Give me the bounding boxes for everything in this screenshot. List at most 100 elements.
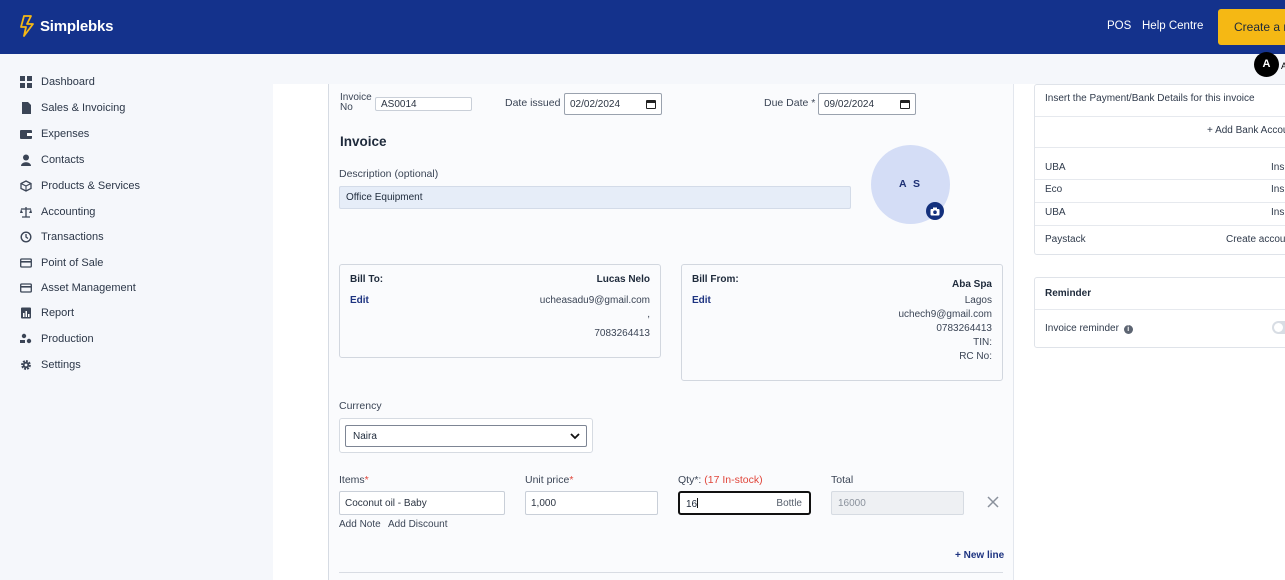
description-label: Description (optional) — [339, 168, 439, 180]
calendar-icon[interactable] — [646, 99, 656, 109]
sidebar-item-expenses[interactable]: Expenses — [20, 128, 89, 140]
sidebar-item-settings[interactable]: Settings — [20, 359, 81, 371]
bill-from-rc-no: RC No: — [959, 351, 992, 362]
sidebar-item-label: Products & Services — [41, 180, 141, 192]
due-date-label: Due Date * — [764, 97, 816, 109]
quantity-input[interactable]: 16 Bottle — [678, 491, 811, 515]
invoice-reminder-toggle[interactable] — [1272, 321, 1285, 334]
currency-label: Currency — [339, 400, 382, 412]
sidebar-item-label: Point of Sale — [41, 257, 104, 269]
sidebar-item-production[interactable]: Production — [20, 333, 94, 345]
sidebar-item-accounting[interactable]: Accounting — [20, 206, 95, 218]
brand-name: Simplebks — [40, 17, 114, 35]
sidebar-item-sales-invoicing[interactable]: Sales & Invoicing — [20, 102, 125, 114]
currency-select[interactable]: Naira — [345, 425, 587, 447]
sidebar-item-label: Contacts — [41, 154, 85, 166]
sidebar-item-label: Report — [41, 307, 75, 319]
items-label: Items* — [339, 474, 369, 486]
wallet-icon — [20, 130, 32, 139]
person-icon — [21, 154, 31, 166]
add-bank-account-link[interactable]: + Add Bank Accou — [1207, 125, 1285, 136]
sidebar-item-label: Settings — [41, 359, 81, 371]
dashboard-icon — [20, 76, 32, 88]
currency-container: Naira — [339, 418, 593, 453]
qty-label: Qty*: (17 In-stock) — [678, 474, 763, 486]
date-issued-input[interactable]: 02/02/2024 — [564, 93, 662, 115]
user-avatar[interactable]: A — [1254, 52, 1279, 77]
bill-to-separator: , — [647, 309, 650, 320]
sidebar-item-products-services[interactable]: Products & Services — [20, 180, 140, 192]
bill-to-edit-link[interactable]: Edit — [350, 295, 369, 306]
payment-instruction-text: Insert the Payment/Bank Details for this… — [1045, 93, 1255, 104]
gear-icon — [21, 360, 31, 370]
divider — [1035, 202, 1285, 203]
divider — [1035, 116, 1285, 117]
bill-to-email: ucheasadu9@gmail.com — [539, 295, 650, 306]
sidebar-item-label: Expenses — [41, 128, 90, 140]
unit-price-input[interactable]: 1,000 — [525, 491, 658, 515]
card-icon — [20, 283, 32, 293]
divider — [1035, 147, 1285, 148]
add-note-link[interactable]: Add Note — [339, 519, 381, 530]
divider — [1035, 309, 1285, 310]
add-discount-link[interactable]: Add Discount — [388, 519, 447, 530]
info-icon[interactable]: i — [1123, 325, 1133, 334]
payment-details-card — [1034, 84, 1285, 255]
sidebar-item-transactions[interactable]: Transactions — [20, 231, 104, 243]
sidebar-item-point-of-sale[interactable]: Point of Sale — [20, 257, 103, 269]
bank-insert-link[interactable]: Ins — [1271, 184, 1284, 195]
due-date-input[interactable]: 09/02/2024 — [818, 93, 916, 115]
help-centre-link[interactable]: Help Centre — [1142, 20, 1203, 32]
bank-name: UBA — [1045, 162, 1066, 173]
bill-to-label: Bill To: — [350, 274, 384, 285]
pos-link[interactable]: POS — [1107, 20, 1131, 32]
sidebar-item-label: Accounting — [41, 206, 96, 218]
quantity-value: 16 — [686, 499, 698, 510]
card-icon — [20, 258, 32, 268]
invoice-title: Invoice — [340, 134, 387, 149]
total-field: 16000 — [831, 491, 964, 515]
paystack-label: Paystack — [1045, 234, 1086, 245]
bill-from-label: Bill From: — [692, 274, 739, 285]
bill-from-edit-link[interactable]: Edit — [692, 295, 711, 306]
bill-to-phone: 7083264413 — [594, 328, 650, 339]
item-input[interactable]: Coconut oil - Baby — [339, 491, 505, 515]
divider — [1035, 225, 1285, 226]
calendar-icon[interactable] — [900, 99, 910, 109]
sidebar-item-dashboard[interactable]: Dashboard — [20, 76, 95, 88]
bank-insert-link[interactable]: Ins — [1271, 207, 1284, 218]
divider — [339, 572, 1003, 573]
quantity-unit: Bottle — [776, 498, 802, 509]
scale-icon — [20, 207, 32, 218]
bank-insert-link[interactable]: Ins — [1271, 162, 1284, 173]
sidebar-item-contacts[interactable]: Contacts — [20, 154, 84, 166]
bill-from-city: Lagos — [964, 295, 992, 306]
date-issued-label: Date issued — [505, 97, 561, 109]
reminder-title: Reminder — [1045, 288, 1092, 299]
sidebar-item-report[interactable]: Report — [20, 307, 74, 319]
remove-line-icon[interactable] — [987, 496, 999, 508]
description-input[interactable]: Office Equipment — [339, 186, 851, 209]
invoice-no-input[interactable]: AS0014 — [375, 97, 472, 111]
bill-from-name: Aba Spa — [951, 279, 992, 290]
unit-price-label: Unit price* — [525, 474, 574, 486]
camera-icon — [930, 207, 940, 215]
sidebar-item-label: Sales & Invoicing — [41, 102, 126, 114]
create-new-button[interactable]: Create a n — [1218, 9, 1285, 45]
total-label: Total — [831, 474, 854, 486]
currency-selected-value: Naira — [353, 431, 377, 442]
production-icon — [20, 333, 32, 344]
unit-price-label-text: Unit price — [525, 474, 570, 486]
upload-logo-button[interactable] — [926, 202, 944, 220]
new-line-button[interactable]: + New line — [955, 550, 1004, 561]
create-paystack-account-link[interactable]: Create accou — [1226, 234, 1285, 245]
sidebar-item-asset-management[interactable]: Asset Management — [20, 282, 136, 294]
top-navigation-bar: Simplebks POS Help Centre Create a n — [0, 0, 1285, 54]
bill-from-email: uchech9@gmail.com — [898, 309, 992, 320]
stock-indicator: (17 In-stock) — [704, 474, 763, 486]
bank-name: UBA — [1045, 207, 1066, 218]
date-issued-value: 02/02/2024 — [570, 98, 621, 110]
due-date-value: 09/02/2024 — [824, 98, 875, 110]
brand-logo[interactable]: Simplebks — [18, 15, 113, 37]
report-icon — [21, 307, 31, 319]
